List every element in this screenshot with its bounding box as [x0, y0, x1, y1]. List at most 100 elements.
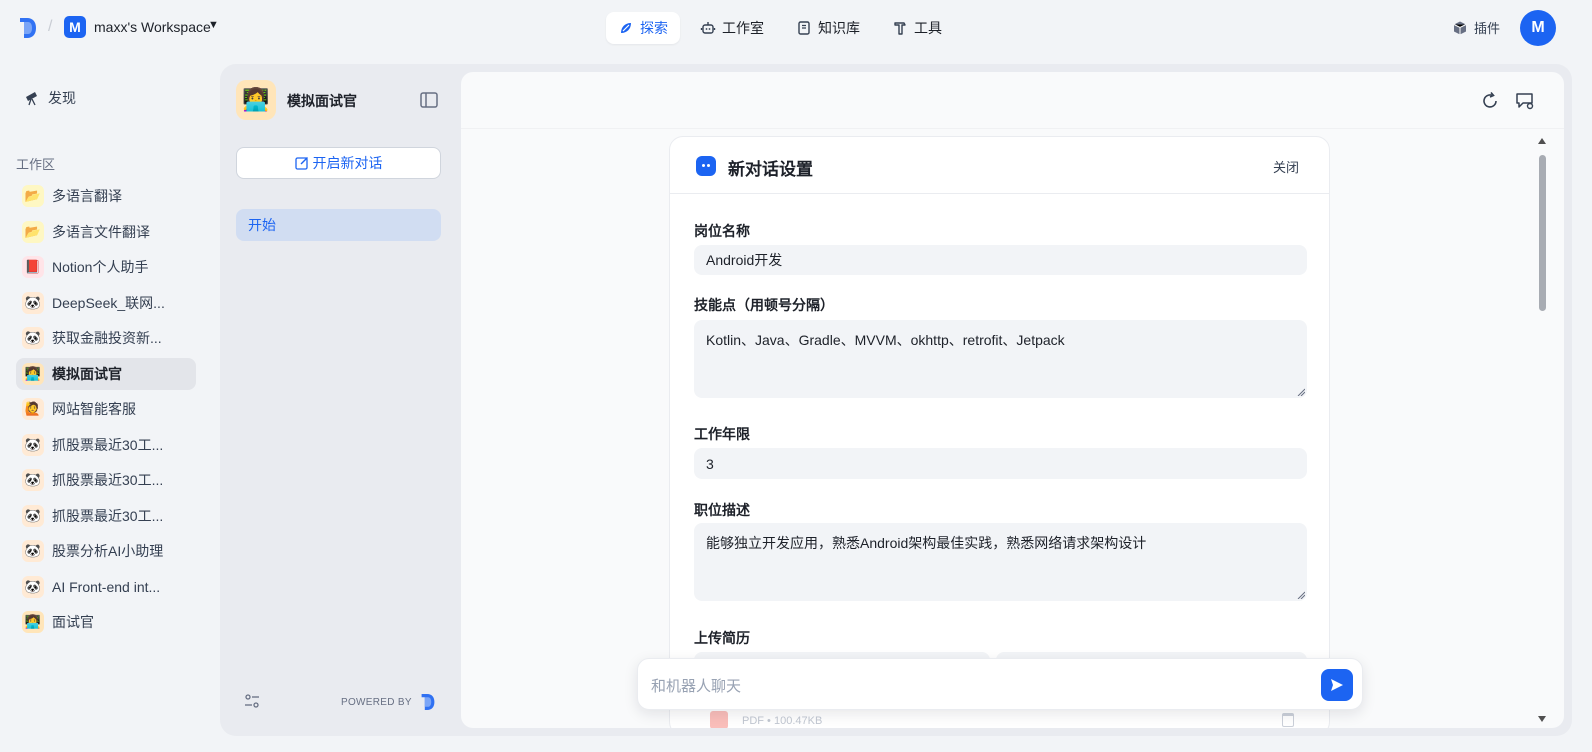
- sidebar-app-item[interactable]: 🙋 网站智能客服: [16, 393, 196, 425]
- conversation-item[interactable]: 开始: [236, 209, 441, 241]
- powered-by-label: POWERED BY: [341, 696, 412, 708]
- technologist-icon: 👩‍💻: [22, 611, 44, 633]
- workspace-section-label: 工作区: [16, 157, 56, 172]
- skills-value: Kotlin、Java、Gradle、MVVM、okhttp、retrofit、…: [706, 332, 1065, 348]
- sidebar-app-item[interactable]: 🐼 DeepSeek_联网...: [16, 287, 196, 319]
- powered-by: POWERED BY: [341, 692, 436, 712]
- scrollbar[interactable]: [1536, 136, 1548, 728]
- nav-knowledge[interactable]: 知识库: [784, 12, 872, 44]
- chat-settings-icon[interactable]: [1515, 91, 1535, 111]
- scroll-up-icon[interactable]: [1538, 138, 1546, 144]
- header-divider: [461, 128, 1564, 129]
- sidebar-app-item[interactable]: 🐼 获取金融投资新...: [16, 322, 196, 354]
- top-nav: 探索 工作室 知识库 工具: [606, 12, 954, 44]
- chevron-down-icon[interactable]: ▼: [208, 19, 219, 31]
- sidebar: 发现 工作区 📂 多语言翻译 📂 多语言文件翻译 📕 Notion个人助手 🐼 …: [0, 56, 212, 752]
- bot-name: 模拟面试官: [287, 93, 357, 109]
- app-label: 股票分析AI小助理: [52, 543, 164, 559]
- sidebar-app-item-active[interactable]: 👩‍💻 模拟面试官: [16, 357, 196, 390]
- sidebar-toggle-icon[interactable]: [420, 92, 438, 108]
- sidebar-app-item[interactable]: 📂 多语言文件翻译: [16, 216, 196, 248]
- skills-label: 技能点（用顿号分隔）: [694, 297, 834, 313]
- send-button[interactable]: [1321, 669, 1353, 701]
- new-chat-label: 开启新对话: [312, 155, 383, 171]
- app-label: 抓股票最近30工...: [52, 507, 164, 524]
- sidebar-app-item[interactable]: 📂 多语言翻译: [16, 180, 196, 212]
- app-label: AI Front-end int...: [52, 578, 161, 595]
- dify-logo-icon[interactable]: [18, 16, 38, 40]
- panda-icon: 🐼: [22, 504, 44, 527]
- scroll-thumb[interactable]: [1539, 155, 1546, 311]
- skills-textarea[interactable]: Kotlin、Java、Gradle、MVVM、okhttp、retrofit、…: [694, 320, 1307, 398]
- hammer-icon: [894, 22, 906, 35]
- uploaded-file: PDF • 100.47KB: [694, 707, 1307, 728]
- app-label: 模拟面试官: [52, 365, 122, 382]
- sidebar-app-item[interactable]: 🐼 抓股票最近30工...: [16, 464, 196, 496]
- panda-icon: 🐼: [22, 433, 44, 456]
- new-chat-button[interactable]: 开启新对话: [236, 147, 441, 179]
- app-label: 抓股票最近30工...: [52, 436, 164, 453]
- technologist-icon: 👩‍💻: [22, 362, 44, 385]
- scroll-down-icon[interactable]: [1538, 716, 1546, 722]
- robot-icon: [700, 22, 716, 34]
- pdf-file-icon: [710, 711, 728, 728]
- position-input[interactable]: Android开发: [694, 245, 1307, 275]
- nav-tools[interactable]: 工具: [880, 12, 954, 44]
- person-raising-hand-icon: 🙋: [22, 398, 44, 420]
- cube-icon: [1453, 21, 1467, 34]
- trash-icon[interactable]: [1282, 713, 1294, 727]
- app-label: Notion个人助手: [52, 259, 149, 275]
- workspace-avatar[interactable]: M: [64, 16, 86, 38]
- conversation-panel: 👩‍💻 模拟面试官 开启新对话 开始 POWERED BY: [220, 64, 460, 736]
- resize-grip-icon[interactable]: [1297, 388, 1305, 396]
- nav-explore[interactable]: 探索: [606, 12, 680, 44]
- telescope-icon: [26, 92, 37, 106]
- resize-grip-icon[interactable]: [1297, 591, 1305, 599]
- refresh-icon[interactable]: [1480, 91, 1500, 111]
- description-textarea[interactable]: 能够独立开发应用，熟悉Android架构最佳实践，熟悉网络请求架构设计: [694, 523, 1307, 601]
- discover-label: 发现: [48, 90, 76, 106]
- send-icon: [1331, 679, 1343, 691]
- book-red-icon: 📕: [22, 256, 44, 278]
- sidebar-app-item[interactable]: 🐼 抓股票最近30工...: [16, 500, 196, 532]
- chat-header: [461, 72, 1564, 128]
- nav-knowledge-label: 知识库: [818, 20, 860, 36]
- chat-shell: 👩‍💻 模拟面试官 开启新对话 开始 POWERED BY: [220, 64, 1572, 736]
- chat-input-box[interactable]: 和机器人聊天: [637, 658, 1363, 710]
- app-label: 抓股票最近30工...: [52, 472, 164, 488]
- new-conversation-settings-card: 新对话设置 关闭 岗位名称 Android开发 技能点（用顿号分隔） Kotli…: [669, 136, 1330, 728]
- years-input[interactable]: 3: [694, 448, 1307, 479]
- folder-icon: 📂: [22, 185, 44, 207]
- app-list: 📂 多语言翻译 📂 多语言文件翻译 📕 Notion个人助手 🐼 DeepSee…: [16, 180, 196, 642]
- sidebar-app-item[interactable]: 📕 Notion个人助手: [16, 251, 196, 283]
- app-label: 网站智能客服: [52, 401, 136, 417]
- close-button[interactable]: 关闭: [1273, 157, 1299, 176]
- dify-logo-icon: [421, 694, 435, 710]
- panda-icon: 🐼: [22, 327, 44, 349]
- nav-studio-label: 工作室: [722, 20, 764, 36]
- edit-icon: [294, 157, 308, 170]
- sliders-icon[interactable]: [244, 693, 260, 709]
- plugin-button[interactable]: 插件: [1452, 18, 1500, 37]
- folder-icon: 📂: [22, 220, 44, 243]
- card-title: 新对话设置: [728, 160, 813, 179]
- nav-explore-label: 探索: [640, 20, 668, 36]
- bot-avatar: 👩‍💻: [236, 80, 276, 120]
- bot-face-icon: [696, 156, 716, 176]
- plugin-label: 插件: [1474, 21, 1501, 36]
- file-meta: PDF • 100.47KB: [742, 715, 823, 727]
- app-label: 面试官: [52, 614, 94, 630]
- book-icon: [798, 21, 810, 35]
- sidebar-app-item[interactable]: 👩‍💻 面试官: [16, 606, 196, 638]
- sidebar-item-discover[interactable]: 发现: [24, 88, 76, 108]
- sidebar-app-item[interactable]: 🐼 抓股票最近30工...: [16, 429, 196, 461]
- app-label: 多语言文件翻译: [52, 223, 150, 240]
- description-value: 能够独立开发应用，熟悉Android架构最佳实践，熟悉网络请求架构设计: [706, 535, 1147, 551]
- sidebar-app-item[interactable]: 🐼 股票分析AI小助理: [16, 535, 196, 567]
- upload-resume-label: 上传简历: [694, 630, 750, 646]
- workspace-name[interactable]: maxx's Workspace: [94, 19, 211, 35]
- user-avatar[interactable]: M: [1520, 10, 1556, 46]
- sidebar-app-item[interactable]: 🐼 AI Front-end int...: [16, 571, 196, 603]
- nav-studio[interactable]: 工作室: [688, 12, 776, 44]
- chat-input-placeholder: 和机器人聊天: [651, 678, 742, 695]
